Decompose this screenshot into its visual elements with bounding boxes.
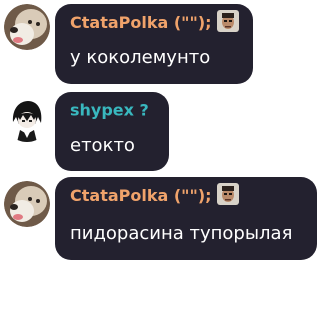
chat-messages: CtataPolka (""); у коколемунто shypex ? …	[0, 0, 320, 312]
profile-badge-icon	[216, 183, 239, 205]
dog-avatar[interactable]	[4, 181, 50, 227]
anime-character-avatar[interactable]	[4, 96, 50, 142]
message-bubble: shypex ? етокто	[55, 92, 169, 171]
message-text: у коколемунто	[70, 47, 211, 68]
message-text: етокто	[70, 135, 135, 156]
author-name[interactable]: shypex ?	[70, 100, 149, 121]
author-name[interactable]: CtataPolka ("");	[70, 183, 239, 207]
message-text: пидорасина тупорылая	[70, 223, 293, 244]
author-name-text: shypex ?	[70, 100, 149, 120]
profile-badge-icon	[216, 10, 239, 32]
author-name-text: CtataPolka ("");	[70, 186, 212, 205]
message-bubble: CtataPolka (""); пидорасина тупорылая	[55, 177, 317, 260]
author-name[interactable]: CtataPolka ("");	[70, 10, 239, 34]
dog-avatar[interactable]	[4, 4, 50, 50]
message-bubble: CtataPolka (""); у коколемунто	[55, 4, 253, 84]
author-name-text: CtataPolka ("");	[70, 13, 212, 32]
